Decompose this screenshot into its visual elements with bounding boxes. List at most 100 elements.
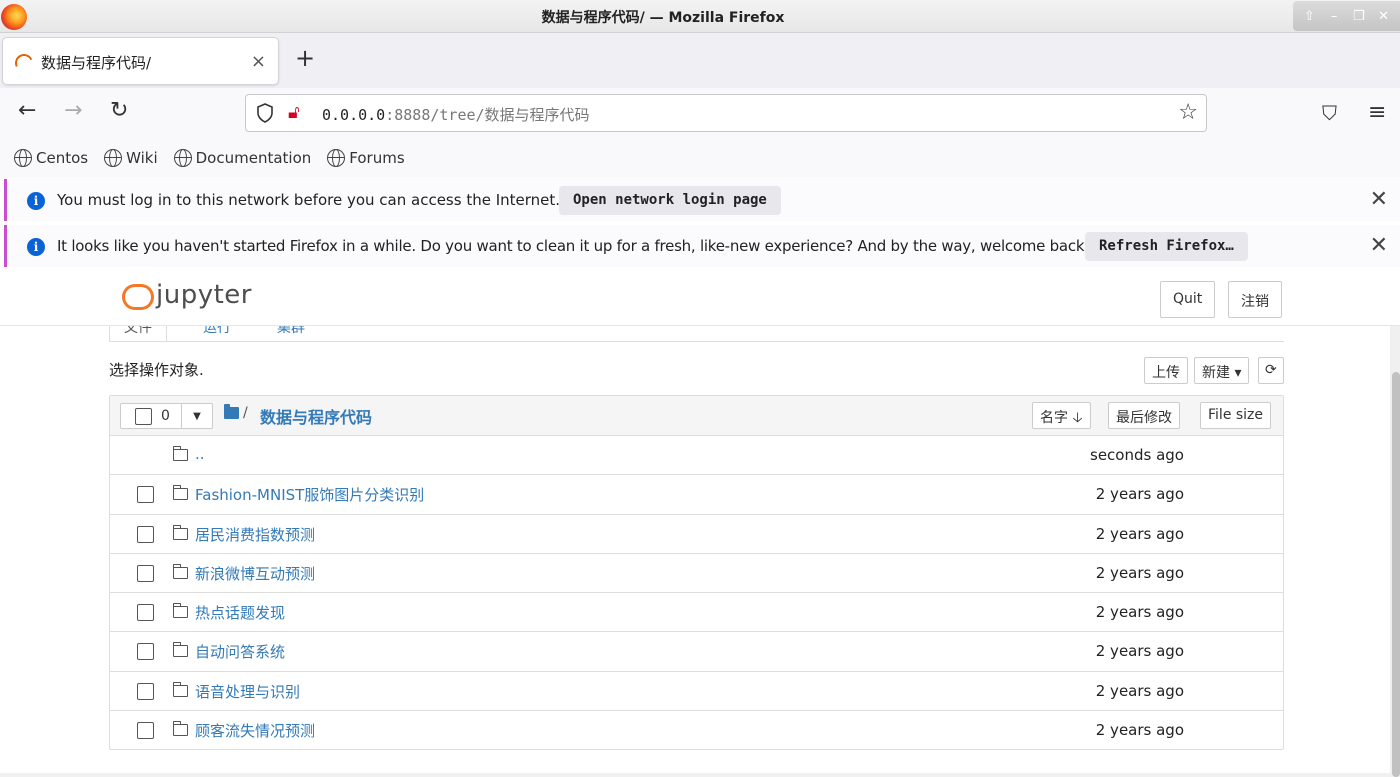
window-minimize-button[interactable]: – <box>1324 9 1344 24</box>
folder-link[interactable]: 自动问答系统 <box>195 641 285 662</box>
globe-icon <box>173 149 192 167</box>
network-login-notice: i You must log in to this network before… <box>4 179 1400 221</box>
window-titlebar: 数据与程序代码/ — Mozilla Firefox ⇧ – ❐ ✕ <box>0 0 1400 33</box>
new-tab-button[interactable]: + <box>295 46 315 70</box>
modified-time: 2 years ago <box>1095 603 1184 622</box>
bookmark-centos[interactable]: Centos <box>14 149 88 167</box>
navigation-toolbar: ← → ↻ 🔓︎ 0.0.0.0:8888/tree/数据与程序代码 ☆ ⛉ ≡ <box>0 88 1400 138</box>
item-checkbox[interactable] <box>137 682 154 700</box>
forward-button[interactable]: → <box>64 100 82 122</box>
list-item-parent: .. seconds ago <box>110 436 1283 476</box>
back-button[interactable]: ← <box>18 100 36 122</box>
jupyter-logo-icon <box>120 280 154 310</box>
tab-running[interactable]: 运行 <box>203 326 231 337</box>
folder-link[interactable]: 语音处理与识别 <box>195 681 300 702</box>
bookmark-documentation[interactable]: Documentation <box>173 149 311 167</box>
pocket-icon[interactable]: ⛉ <box>1322 101 1337 125</box>
folder-link[interactable]: 顾客流失情况预测 <box>195 720 315 741</box>
tab-strip: 数据与程序代码/ × + <box>0 33 1400 88</box>
quit-button[interactable]: Quit <box>1160 281 1216 318</box>
select-menu-dropdown[interactable]: ▼ <box>182 403 213 429</box>
folder-icon <box>172 446 188 461</box>
logout-button[interactable]: 注销 <box>1228 281 1282 318</box>
item-checkbox[interactable] <box>137 525 154 543</box>
item-checkbox[interactable] <box>137 604 154 622</box>
bookmark-star-icon[interactable]: ☆ <box>1178 100 1198 125</box>
refresh-firefox-button[interactable]: Refresh Firefox… <box>1085 232 1248 261</box>
list-item: 自动问答系统 2 years ago <box>110 632 1283 672</box>
folder-link[interactable]: 新浪微博互动预测 <box>195 563 315 584</box>
jupyter-tabs: 文件 运行 集群 <box>109 326 1284 342</box>
new-dropdown-button[interactable]: 新建 ▾ <box>1194 357 1250 384</box>
modified-time: 2 years ago <box>1095 563 1184 582</box>
window-title: 数据与程序代码/ — Mozilla Firefox <box>541 10 785 26</box>
folder-icon <box>172 485 188 501</box>
folder-icon <box>172 681 188 697</box>
sort-by-name-button[interactable]: 名字 🡣 <box>1032 402 1091 429</box>
sort-by-size-button[interactable]: File size <box>1200 402 1272 429</box>
folder-link[interactable]: 热点话题发现 <box>195 602 285 623</box>
list-item: 顾客流失情况预测 2 years ago <box>110 711 1283 750</box>
select-all-control[interactable]: 0 <box>120 403 182 429</box>
selected-count: 0 <box>161 408 170 424</box>
bookmark-forums[interactable]: Forums <box>327 149 405 167</box>
globe-icon <box>327 149 346 167</box>
close-icon[interactable]: ✕ <box>1370 233 1388 258</box>
parent-directory-link[interactable]: .. <box>195 445 205 463</box>
url-text[interactable]: 0.0.0.0:8888/tree/数据与程序代码 <box>322 104 590 125</box>
window-shade-button[interactable]: ⇧ <box>1299 9 1319 24</box>
reload-button[interactable]: ↻ <box>110 100 128 122</box>
window-close-button[interactable]: ✕ <box>1374 9 1394 24</box>
modified-time: 2 years ago <box>1095 524 1184 543</box>
upload-button[interactable]: 上传 <box>1144 357 1188 384</box>
tab-files[interactable]: 文件 <box>109 326 167 341</box>
globe-icon <box>104 149 123 167</box>
list-item: Fashion-MNIST服饰图片分类识别 2 years ago <box>110 475 1283 515</box>
item-checkbox[interactable] <box>137 643 154 661</box>
folder-icon <box>224 404 239 419</box>
select-items-label: 选择操作对象. <box>109 361 204 379</box>
refresh-firefox-notice: i It looks like you haven't started Fire… <box>4 225 1400 267</box>
modified-time: seconds ago <box>1090 446 1184 464</box>
tab-title: 数据与程序代码/ <box>41 54 152 72</box>
info-icon: i <box>27 192 45 210</box>
breadcrumb-root[interactable]: / <box>243 405 248 421</box>
modified-time: 2 years ago <box>1095 681 1184 700</box>
list-item: 新浪微博互动预测 2 years ago <box>110 554 1283 594</box>
breadcrumb-current[interactable]: 数据与程序代码 <box>260 404 372 428</box>
window-maximize-button[interactable]: ❐ <box>1349 9 1369 24</box>
close-icon[interactable]: ✕ <box>1370 187 1388 212</box>
list-item: 居民消费指数预测 2 years ago <box>110 515 1283 554</box>
folder-icon <box>172 603 188 619</box>
bookmarks-toolbar: Centos Wiki Documentation Forums <box>0 138 1400 178</box>
item-checkbox[interactable] <box>137 486 154 504</box>
url-bar[interactable]: 🔓︎ 0.0.0.0:8888/tree/数据与程序代码 ☆ <box>245 94 1207 132</box>
folder-icon <box>172 721 188 737</box>
modified-time: 2 years ago <box>1095 642 1184 661</box>
select-all-checkbox[interactable] <box>135 408 152 425</box>
browser-tab[interactable]: 数据与程序代码/ × <box>2 37 279 85</box>
tab-close-icon[interactable]: × <box>251 51 266 72</box>
globe-icon <box>14 149 32 167</box>
sort-by-modified-button[interactable]: 最后修改 <box>1108 402 1180 429</box>
item-checkbox[interactable] <box>137 564 154 582</box>
notice-text: It looks like you haven't started Firefo… <box>57 237 1091 255</box>
tab-clusters[interactable]: 集群 <box>277 326 305 337</box>
folder-icon <box>172 642 188 658</box>
page-scrollbar-thumb[interactable] <box>1392 372 1400 777</box>
jupyter-logo[interactable]: jupyter <box>120 280 252 310</box>
info-icon: i <box>27 238 45 256</box>
tracking-shield-icon[interactable] <box>256 103 274 123</box>
app-menu-button[interactable]: ≡ <box>1368 100 1386 125</box>
page-bottom-edge <box>0 773 1390 777</box>
loading-spinner-icon <box>12 51 36 75</box>
folder-link[interactable]: 居民消费指数预测 <box>195 524 315 545</box>
modified-time: 2 years ago <box>1095 485 1184 504</box>
insecure-lock-icon[interactable]: 🔓︎ <box>288 102 300 123</box>
window-controls: ⇧ – ❐ ✕ <box>1293 1 1400 31</box>
open-network-login-button[interactable]: Open network login page <box>559 186 781 215</box>
refresh-list-button[interactable]: ⟳ <box>1258 357 1284 384</box>
bookmark-wiki[interactable]: Wiki <box>104 149 158 167</box>
item-checkbox[interactable] <box>137 722 154 740</box>
folder-link[interactable]: Fashion-MNIST服饰图片分类识别 <box>195 484 424 505</box>
